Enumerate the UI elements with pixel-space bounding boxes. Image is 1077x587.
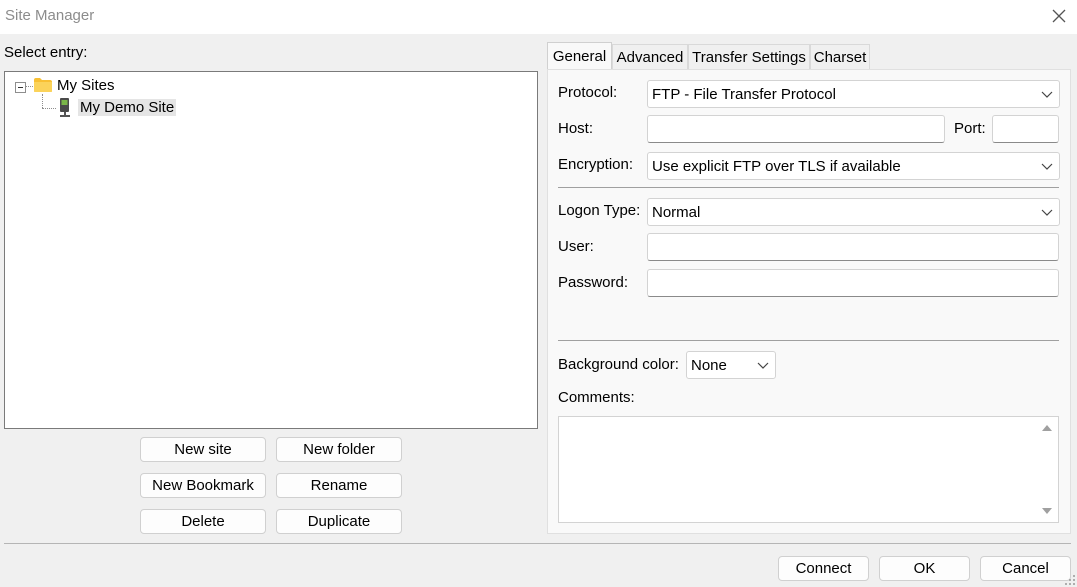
window-title: Site Manager [5,7,95,24]
chevron-down-icon [1041,209,1053,216]
tab-charset[interactable]: Charset [810,44,870,70]
cancel-button[interactable]: Cancel [980,556,1071,581]
background-color-value: None [691,356,727,374]
close-icon [1052,9,1066,23]
separator [558,187,1059,188]
title-bar: Site Manager [0,0,1077,34]
chevron-down-icon [757,362,769,369]
port-input[interactable] [992,115,1059,143]
tree-line [42,94,43,108]
user-label: User: [558,238,594,255]
separator [558,340,1059,341]
port-label: Port: [954,120,986,137]
encryption-select[interactable]: Use explicit FTP over TLS if available [647,152,1060,180]
tree-item-label: My Sites [57,76,115,94]
comments-textarea[interactable] [558,416,1059,523]
separator [4,543,1071,544]
folder-icon [34,78,52,92]
collapse-toggle[interactable] [15,82,26,93]
encryption-label: Encryption: [558,156,634,173]
tree-item-my-sites[interactable]: My Sites [33,74,115,96]
delete-button[interactable]: Delete [140,509,266,534]
site-tree[interactable]: My Sites My Demo Site [4,71,538,429]
server-icon [60,98,70,117]
new-bookmark-button[interactable]: New Bookmark [140,473,266,498]
new-site-button[interactable]: New site [140,437,266,462]
tree-item-my-demo-site[interactable]: My Demo Site [58,96,177,118]
select-entry-label: Select entry: [4,44,88,61]
encryption-value: Use explicit FTP over TLS if available [652,157,901,175]
rename-button[interactable]: Rename [276,473,402,498]
logon-type-select[interactable]: Normal [647,198,1060,226]
logon-type-value: Normal [652,203,701,221]
tree-item-label: My Demo Site [78,98,177,116]
chevron-down-icon [1041,163,1053,170]
tab-advanced[interactable]: Advanced [612,44,688,70]
ok-button[interactable]: OK [879,556,970,581]
duplicate-button[interactable]: Duplicate [276,509,402,534]
protocol-value: FTP - File Transfer Protocol [652,85,836,103]
host-label: Host: [558,120,594,137]
close-button[interactable] [1044,2,1074,30]
protocol-label: Protocol: [558,84,618,101]
chevron-down-icon [1041,91,1053,98]
tree-line [25,86,33,87]
scroll-up-icon[interactable] [1041,423,1053,433]
tab-general[interactable]: General [547,42,612,70]
new-folder-button[interactable]: New folder [276,437,402,462]
resize-grip-icon[interactable] [1064,574,1076,586]
password-label: Password: [558,274,629,291]
protocol-select[interactable]: FTP - File Transfer Protocol [647,80,1060,108]
scroll-down-icon[interactable] [1041,506,1053,516]
password-input[interactable] [647,269,1059,297]
tab-transfer-settings[interactable]: Transfer Settings [688,44,810,70]
host-input[interactable] [647,115,945,143]
logon-type-label: Logon Type: [558,202,641,219]
background-color-select[interactable]: None [686,351,776,379]
comments-label: Comments: [558,389,635,406]
background-color-label: Background color: [558,356,679,373]
connect-button[interactable]: Connect [778,556,869,581]
user-input[interactable] [647,233,1059,261]
tree-line [42,108,56,109]
